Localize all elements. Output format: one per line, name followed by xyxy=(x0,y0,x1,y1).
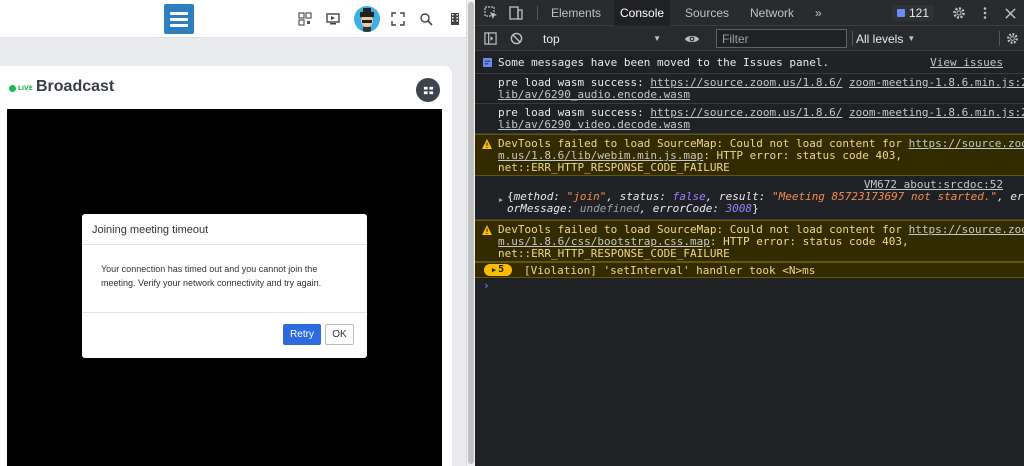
divider xyxy=(82,312,367,313)
inspect-element-icon[interactable] xyxy=(483,5,499,21)
context-selector[interactable]: top ▼ xyxy=(537,30,667,47)
ok-button[interactable]: OK xyxy=(325,324,354,345)
live-badge: LIVE xyxy=(9,85,33,92)
console-message: pre load wasm success: https://source.zo… xyxy=(475,74,1024,104)
filter-input[interactable] xyxy=(716,29,847,48)
dialog-message: Your connection has timed out and you ca… xyxy=(101,264,322,288)
screen-share-icon[interactable] xyxy=(323,9,343,29)
page-scrollbar[interactable] xyxy=(466,0,475,466)
console-warning: DevTools failed to load SourceMap: Could… xyxy=(475,220,1024,262)
source-link[interactable]: lib/av/6290_audio.encode.wasm xyxy=(498,89,1006,101)
page-title: Broadcast xyxy=(36,78,115,95)
sourcemap-link[interactable]: https://source.zoo xyxy=(909,223,1024,236)
fullscreen-icon[interactable] xyxy=(388,9,408,29)
more-tabs-button[interactable]: » xyxy=(809,0,828,26)
chevron-down-icon: ▼ xyxy=(653,34,661,43)
context-value: top xyxy=(543,31,560,46)
separator xyxy=(537,6,538,20)
divider xyxy=(82,244,367,245)
web-page: LIVE Broadcast Joining meeting timeout Y… xyxy=(0,0,466,466)
violation-count-badge[interactable]: ▶ 5 xyxy=(484,264,512,276)
console-message: pre load wasm success: https://source.zo… xyxy=(475,104,1024,134)
object-preview[interactable]: orMessage: undefined, errorCode: 3008} xyxy=(507,203,1006,215)
console-violation: ▶ 5 [Violation] 'setInterval' handler too… xyxy=(475,262,1024,278)
issues-count: 121 xyxy=(909,6,930,20)
log-levels-dropdown[interactable]: All levels ▼ xyxy=(856,30,918,47)
console-prompt[interactable]: › xyxy=(483,280,490,292)
tab-console[interactable]: Console xyxy=(614,0,671,26)
sidebar-toggle-icon[interactable] xyxy=(483,31,498,46)
timeout-dialog: Joining meeting timeout Your connection … xyxy=(82,214,367,358)
chevron-down-icon: ▼ xyxy=(907,34,916,43)
source-link[interactable]: lib/av/6290_video.decode.wasm xyxy=(498,119,1006,131)
warning-line: net::ERR_HTTP_RESPONSE_CODE_FAILURE xyxy=(498,247,730,260)
tab-network[interactable]: Network xyxy=(744,0,800,26)
source-location-link[interactable]: zoom-meeting-1.8.6.min.js:2 xyxy=(849,76,1024,89)
console-warning: DevTools failed to load SourceMap: Could… xyxy=(475,134,1024,176)
scrollbar-thumb[interactable] xyxy=(468,2,474,464)
close-icon[interactable] xyxy=(1002,5,1018,21)
gear-icon[interactable] xyxy=(1005,31,1020,46)
devtools-tab-bar: Elements Console Sources Network » 121 xyxy=(475,0,1024,26)
console-message: VM672 about:srcdoc:52 ▶ {method: "join",… xyxy=(475,176,1024,220)
console-toolbar: top ▼ All levels ▼ xyxy=(475,26,1024,51)
issues-counter[interactable]: 121 xyxy=(892,5,935,21)
dialog-title: Joining meeting timeout xyxy=(92,224,209,236)
kebab-menu-icon[interactable] xyxy=(977,5,993,21)
console-message: Some messages have been moved to the Iss… xyxy=(475,52,1024,74)
gear-icon[interactable] xyxy=(951,5,967,21)
grid-view-icon[interactable] xyxy=(416,78,440,102)
clear-console-icon[interactable] xyxy=(509,31,524,46)
console-output: Some messages have been moved to the Iss… xyxy=(475,52,1024,466)
separator xyxy=(999,31,1000,46)
log-levels-value: All levels xyxy=(856,31,904,46)
violation-text: [Violation] 'setInterval' handler took <… xyxy=(524,264,816,277)
warning-icon xyxy=(482,225,492,235)
hamburger-menu-icon[interactable] xyxy=(164,4,194,34)
avatar[interactable] xyxy=(354,6,380,32)
live-label: LIVE xyxy=(18,85,33,92)
retry-button[interactable]: Retry xyxy=(283,324,321,345)
warning-icon xyxy=(482,139,492,149)
eye-icon[interactable] xyxy=(683,31,701,46)
issues-icon xyxy=(482,57,492,67)
tab-sources[interactable]: Sources xyxy=(679,0,735,26)
tab-elements[interactable]: Elements xyxy=(545,0,607,26)
film-icon[interactable] xyxy=(445,9,465,29)
issues-icon xyxy=(897,9,905,17)
expand-arrow-icon[interactable]: ▶ xyxy=(497,196,505,204)
separator xyxy=(852,31,853,46)
top-nav-bar xyxy=(0,0,466,38)
warning-line: net::ERR_HTTP_RESPONSE_CODE_FAILURE xyxy=(498,161,730,174)
sourcemap-link[interactable]: https://source.zoo xyxy=(909,137,1024,150)
source-location-link[interactable]: zoom-meeting-1.8.6.min.js:2 xyxy=(849,106,1024,119)
expand-arrow-icon: ▶ xyxy=(491,266,497,274)
live-dot-icon xyxy=(9,85,16,92)
devtools-panel: Elements Console Sources Network » 121 t… xyxy=(475,0,1024,466)
qr-code-icon[interactable] xyxy=(295,9,315,29)
search-icon[interactable] xyxy=(416,9,436,29)
device-toggle-icon[interactable] xyxy=(508,5,524,21)
view-issues-link[interactable]: View issues xyxy=(930,57,1003,69)
